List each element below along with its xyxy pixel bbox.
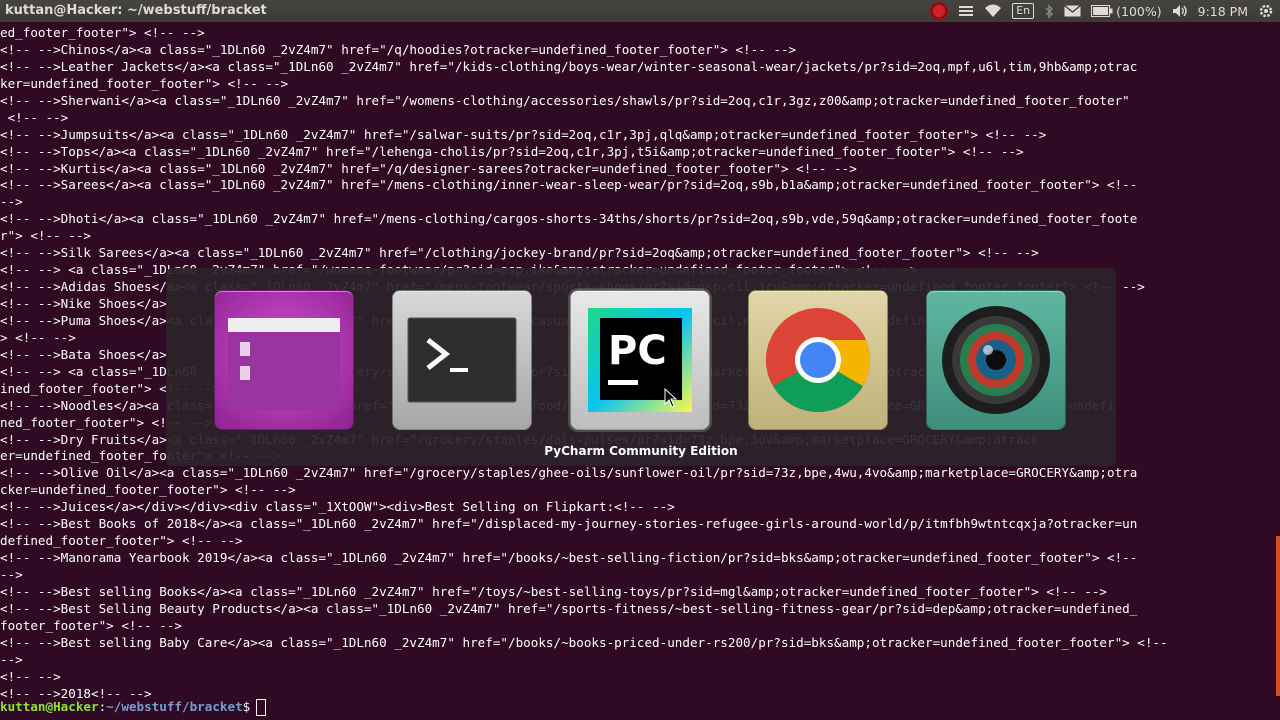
terminal-line: <!-- -->Sherwani</a><a class="_1DLn60 _2… xyxy=(0,92,1130,108)
top-panel: kuttan@Hacker: ~/webstuff/bracket En (10… xyxy=(0,0,1280,22)
terminal-line: --> xyxy=(0,194,23,210)
prompt-dollar: $ xyxy=(242,699,251,714)
shell-prompt[interactable]: kuttan@Hacker: ~/webstuff/bracket $ xyxy=(0,698,267,716)
record-icon[interactable] xyxy=(930,0,949,22)
scrollbar-thumb[interactable] xyxy=(1276,536,1280,696)
terminal-line: r"> <!-- --> xyxy=(0,228,91,244)
files-icon xyxy=(228,318,340,410)
terminal-line: <!-- -->Best Books of 2018</a><a class="… xyxy=(0,516,1138,532)
terminal-line: <!-- --> xyxy=(0,109,69,125)
prompt-colon: : xyxy=(98,699,107,714)
terminal-line: ed_footer_footer"> <!-- --> xyxy=(0,25,205,40)
terminal-line: cker=undefined_footer_footer"> <!-- --> xyxy=(0,482,296,498)
terminal-line: <!-- -->Best Selling Beauty Products</a>… xyxy=(0,600,1138,616)
terminal-line: footer_footer"> <!-- --> xyxy=(0,617,182,633)
switcher-app-camera[interactable] xyxy=(926,290,1066,430)
switcher-selected-label: PyCharm Community Edition xyxy=(544,444,738,458)
terminal-line: --> xyxy=(0,567,23,582)
terminal-line: --> xyxy=(0,651,23,667)
terminal-icon xyxy=(407,317,517,403)
terminal-line: defined_footer_footer"> <!-- --> xyxy=(0,533,243,549)
prompt-user: kuttan@Hacker xyxy=(0,699,99,714)
window-title: kuttan@Hacker: ~/webstuff/bracket xyxy=(5,3,267,18)
terminal-line: <!-- -->Manorama Yearbook 2019</a><a cla… xyxy=(0,550,1138,566)
terminal-line: <!-- -->Best selling Books</a><a class="… xyxy=(0,583,1107,599)
volume-icon[interactable] xyxy=(1172,0,1188,22)
switcher-app-chrome[interactable] xyxy=(748,290,888,430)
terminal-line: <!-- -->Tops</a><a class="_1DLn60 _2vZ4m… xyxy=(0,143,1024,159)
switcher-app-files[interactable] xyxy=(214,290,354,430)
bluetooth-icon[interactable] xyxy=(1044,0,1054,22)
power-gear-icon[interactable] xyxy=(1258,0,1274,22)
clock[interactable]: 9:18 PM xyxy=(1198,0,1248,22)
battery-indicator[interactable]: (100%) xyxy=(1091,0,1162,22)
network-icon[interactable] xyxy=(984,0,1002,22)
mail-icon[interactable] xyxy=(958,0,974,22)
terminal-line: <!-- -->Olive Oil</a><a class="_1DLn60 _… xyxy=(0,465,1138,481)
text-cursor xyxy=(256,699,267,716)
terminal-line: <!-- -->Jumpsuits</a><a class="_1DLn60 _… xyxy=(0,126,1047,142)
prompt-path: ~/webstuff/bracket xyxy=(106,699,243,714)
terminal-line: ker=undefined_footer_footer"> <!-- --> xyxy=(0,75,289,91)
app-switcher: PC PyCharm Community Edition xyxy=(166,268,1116,466)
terminal-line: <!-- -->Chinos</a><a class="_1DLn60 _2vZ… xyxy=(0,41,797,57)
terminal-line: <!-- -->Silk Sarees</a><a class="_1DLn60… xyxy=(0,245,1039,261)
terminal-line: <!-- -->Kurtis</a><a class="_1DLn60 _2vZ… xyxy=(0,160,857,176)
chrome-icon xyxy=(766,308,870,412)
terminal-line: <!-- -->Sarees</a><a class="_1DLn60 _2vZ… xyxy=(0,177,1138,193)
switcher-app-terminal[interactable] xyxy=(392,290,532,430)
terminal-line: <!-- -->Leather Jackets</a><a class="_1D… xyxy=(0,58,1138,74)
terminal-line: <!-- -->Best selling Baby Care</a><a cla… xyxy=(0,634,1168,650)
terminal-line: <!-- -->Juices</a></div></div><div class… xyxy=(0,499,675,515)
battery-percent: (100%) xyxy=(1116,3,1162,19)
email-icon[interactable] xyxy=(1064,0,1082,22)
system-tray: En (100%) 9:18 PM xyxy=(920,0,1274,22)
camera-icon xyxy=(942,306,1050,414)
mouse-pointer-icon xyxy=(664,388,678,408)
terminal-line: <!-- -->Dhoti</a><a class="_1DLn60 _2vZ4… xyxy=(0,211,1138,227)
terminal-line: <!-- --> xyxy=(0,668,61,684)
pycharm-icon: PC xyxy=(588,308,692,412)
switcher-app-pycharm[interactable]: PC xyxy=(570,290,710,430)
svg-text:PC: PC xyxy=(608,328,667,374)
battery-icon xyxy=(1091,5,1113,17)
keyboard-layout-indicator[interactable]: En xyxy=(1012,0,1035,22)
